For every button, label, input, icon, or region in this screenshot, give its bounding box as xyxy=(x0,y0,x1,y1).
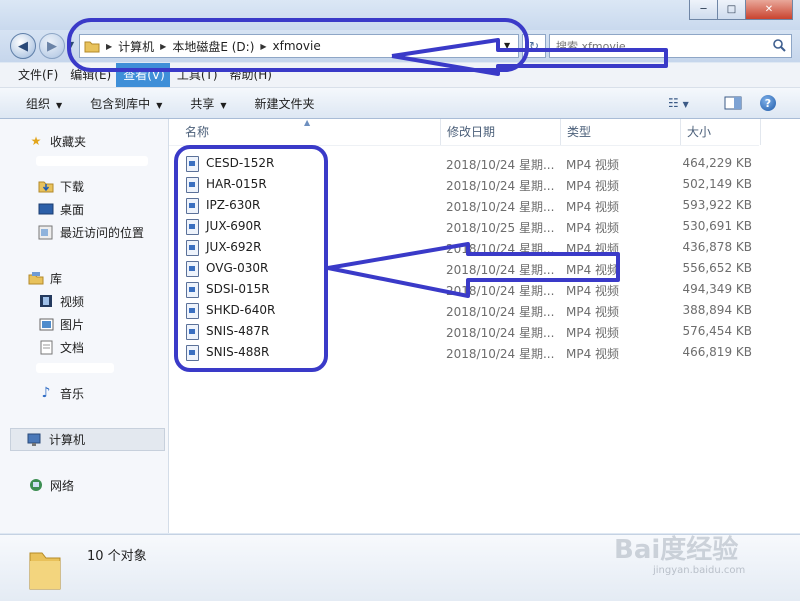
navigation-pane: ★ 收藏夹 下载 桌面 最近访问的位置 库 视频 图片 文档 ♪ 音乐 计算机 网络 xyxy=(0,119,169,533)
file-type: MP4 视频 xyxy=(566,305,620,319)
nav-network[interactable]: 网络 xyxy=(28,475,74,495)
forward-arrow-icon: ▶ xyxy=(47,38,57,54)
document-library-icon xyxy=(38,339,54,355)
nav-favorites[interactable]: ★ 收藏夹 xyxy=(28,131,86,151)
nav-label: 图片 xyxy=(60,317,85,332)
file-date: 2018/10/24 星期... xyxy=(446,158,555,172)
file-type: MP4 视频 xyxy=(566,326,620,340)
file-date: 2018/10/24 星期... xyxy=(446,305,555,319)
nav-libraries[interactable]: 库 xyxy=(28,268,62,288)
file-type: MP4 视频 xyxy=(566,347,620,361)
help-icon: ? xyxy=(764,96,772,110)
menu-file[interactable]: 文件(F) xyxy=(11,63,63,87)
file-size: 576,454 KB xyxy=(682,324,752,338)
picture-library-icon xyxy=(38,316,54,332)
nav-label: 库 xyxy=(50,271,63,286)
chevron-down-icon: ▼ xyxy=(56,100,63,110)
back-button[interactable]: ◀ xyxy=(10,33,36,59)
nav-label: 收藏夹 xyxy=(50,134,87,149)
desktop-icon xyxy=(38,201,54,217)
file-size: 466,819 KB xyxy=(682,345,752,359)
nav-music[interactable]: ♪ 音乐 xyxy=(38,383,84,403)
nav-label: 桌面 xyxy=(60,202,85,217)
file-type: MP4 视频 xyxy=(566,158,620,172)
nav-computer[interactable]: 计算机 xyxy=(10,428,165,451)
back-arrow-icon: ◀ xyxy=(18,38,28,54)
nav-desktop[interactable]: 桌面 xyxy=(38,199,84,219)
maximize-button[interactable]: □ xyxy=(717,0,746,20)
chevron-down-icon: ▼ xyxy=(156,100,163,110)
nav-label: 最近访问的位置 xyxy=(60,225,145,240)
column-size[interactable]: 大小 xyxy=(681,119,761,145)
file-type: MP4 视频 xyxy=(566,200,620,214)
details-pane: 10 个对象 Bai度经验 jingyan.baidu.com xyxy=(0,534,800,601)
new-folder-label: 新建文件夹 xyxy=(254,96,315,111)
nav-documents[interactable]: 文档 xyxy=(38,337,84,357)
star-icon: ★ xyxy=(30,134,42,148)
folder-icon xyxy=(29,552,61,590)
nav-videos[interactable]: 视频 xyxy=(38,291,84,311)
annotation-arrow-address xyxy=(391,38,668,76)
file-date: 2018/10/24 星期... xyxy=(446,347,555,361)
search-icon[interactable] xyxy=(772,38,786,52)
downloads-icon xyxy=(38,178,54,194)
new-folder-button[interactable]: 新建文件夹 xyxy=(242,95,330,112)
chevron-down-icon: ▼ xyxy=(682,100,689,109)
video-library-icon xyxy=(38,293,54,309)
file-date: 2018/10/24 星期... xyxy=(446,200,555,214)
file-size: 436,878 KB xyxy=(682,240,752,254)
file-date: 2018/10/24 星期... xyxy=(446,326,555,340)
file-size: 388,894 KB xyxy=(682,303,752,317)
chevron-down-icon: ▼ xyxy=(220,100,227,110)
file-size: 556,652 KB xyxy=(682,261,752,275)
recent-places-icon xyxy=(38,224,54,240)
nav-label: 视频 xyxy=(60,294,85,309)
file-size: 502,149 KB xyxy=(682,177,752,191)
share-label: 共享 xyxy=(190,96,215,111)
column-date[interactable]: 修改日期 xyxy=(441,119,561,145)
watermark-url: jingyan.baidu.com xyxy=(653,565,746,576)
item-count: 10 个对象 xyxy=(87,549,147,564)
column-name[interactable]: 名称 xyxy=(179,119,441,145)
view-details-icon: ☷ xyxy=(668,96,679,110)
nav-pictures[interactable]: 图片 xyxy=(38,314,84,334)
organize-button[interactable]: 组织 ▼ xyxy=(0,95,77,112)
file-size: 464,229 KB xyxy=(682,156,752,170)
nav-label: 网络 xyxy=(50,478,75,493)
file-size: 593,922 KB xyxy=(682,198,752,212)
redacted-item xyxy=(36,363,114,373)
forward-button[interactable]: ▶ xyxy=(39,33,65,59)
nav-label: 文档 xyxy=(60,340,85,355)
file-date: 2018/10/25 星期... xyxy=(446,221,555,235)
preview-pane-button[interactable] xyxy=(724,96,742,110)
annotation-circle-files xyxy=(174,145,328,372)
nav-label: 音乐 xyxy=(60,386,85,401)
music-note-icon: ♪ xyxy=(41,385,51,401)
help-button[interactable]: ? xyxy=(760,95,776,111)
nav-recent-places[interactable]: 最近访问的位置 xyxy=(38,222,144,242)
file-type: MP4 视频 xyxy=(566,179,620,193)
baidu-watermark: Bai度经验 xyxy=(614,535,739,565)
share-button[interactable]: 共享 ▼ xyxy=(177,95,241,112)
include-library-label: 包含到库中 xyxy=(90,96,151,111)
include-in-library-button[interactable]: 包含到库中 ▼ xyxy=(77,95,177,112)
organize-label: 组织 xyxy=(26,96,51,111)
file-size: 494,349 KB xyxy=(682,282,752,296)
redacted-item xyxy=(36,156,148,166)
libraries-icon xyxy=(28,270,44,286)
computer-icon xyxy=(27,432,43,448)
view-options-button[interactable]: ☷ ▼ xyxy=(668,96,689,110)
nav-label: 计算机 xyxy=(49,433,86,447)
close-button[interactable]: ✕ xyxy=(745,0,793,20)
file-size: 530,691 KB xyxy=(682,219,752,233)
nav-label: 下载 xyxy=(60,179,85,194)
file-date: 2018/10/24 星期... xyxy=(446,179,555,193)
minimize-button[interactable]: ─ xyxy=(689,0,718,20)
network-icon xyxy=(28,477,44,493)
column-type[interactable]: 类型 xyxy=(561,119,681,145)
annotation-arrow-files xyxy=(327,242,620,298)
nav-downloads[interactable]: 下载 xyxy=(38,176,84,196)
file-type: MP4 视频 xyxy=(566,221,620,235)
